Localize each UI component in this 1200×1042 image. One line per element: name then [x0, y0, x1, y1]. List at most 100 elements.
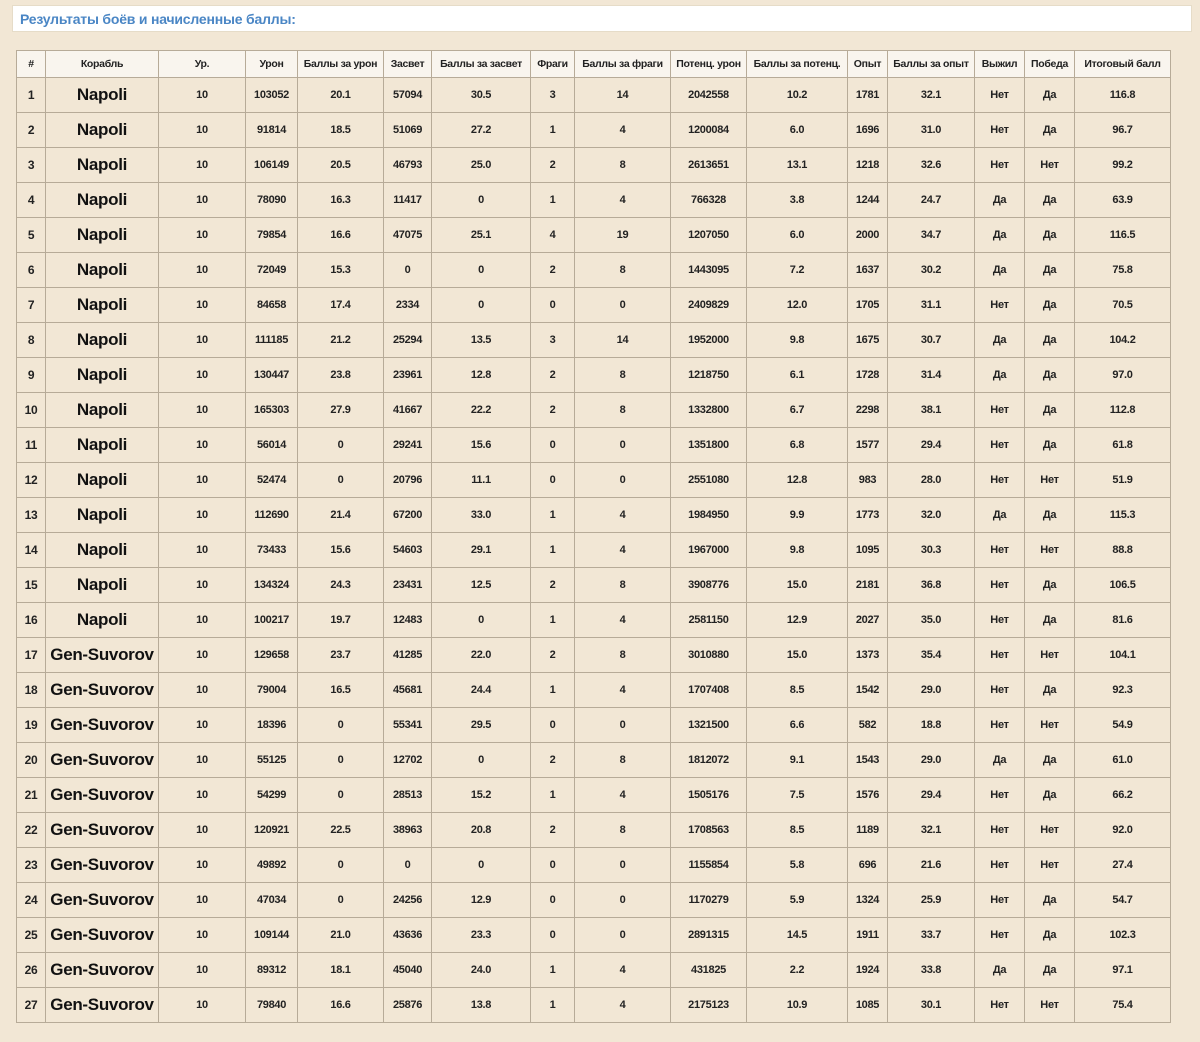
total-score-cell: 54.9: [1074, 707, 1171, 743]
ship-name-cell: Napoli: [45, 462, 159, 498]
spotting-cell: 47075: [383, 217, 432, 253]
spotting-cell: 57094: [383, 77, 432, 113]
damage-cell: 130447: [245, 357, 298, 393]
row-index-cell: 15: [16, 567, 46, 603]
damage-points-cell: 20.1: [297, 77, 384, 113]
ship-name-cell: Napoli: [45, 147, 159, 183]
frag-points-cell: 8: [574, 637, 671, 673]
xp-points-cell: 18.8: [887, 707, 975, 743]
spotting-points-cell: 0: [431, 602, 531, 638]
frag-points-cell: 14: [574, 77, 671, 113]
table-row: 11 Napoli 10 56014 0 29241 15.6 0 0 1351800 6.8 157…: [16, 427, 1171, 463]
xp-cell: 1577: [847, 427, 888, 463]
damage-cell: 112690: [245, 497, 298, 533]
xp-cell: 1324: [847, 882, 888, 918]
potential-damage-cell: 1812072: [670, 742, 747, 778]
row-index-cell: 3: [16, 147, 46, 183]
damage-cell: 79840: [245, 987, 298, 1023]
frag-points-cell: 0: [574, 882, 671, 918]
spotting-cell: 0: [383, 847, 432, 883]
potential-damage-cell: 431825: [670, 952, 747, 988]
survived-cell: Нет: [974, 707, 1025, 743]
col-total-score-header: Итоговый балл: [1074, 50, 1171, 78]
victory-cell: Да: [1024, 77, 1075, 113]
xp-cell: 1085: [847, 987, 888, 1023]
xp-cell: 1781: [847, 77, 888, 113]
damage-cell: 55125: [245, 742, 298, 778]
row-index-cell: 23: [16, 847, 46, 883]
potential-damage-cell: 2891315: [670, 917, 747, 953]
tier-cell: 10: [158, 147, 246, 183]
xp-cell: 2000: [847, 217, 888, 253]
damage-cell: 49892: [245, 847, 298, 883]
row-index-cell: 16: [16, 602, 46, 638]
total-score-cell: 70.5: [1074, 287, 1171, 323]
row-index-cell: 18: [16, 672, 46, 708]
victory-cell: Да: [1024, 917, 1075, 953]
potential-points-cell: 9.8: [746, 322, 848, 358]
spotting-cell: 20796: [383, 462, 432, 498]
damage-points-cell: 0: [297, 882, 384, 918]
total-score-cell: 104.1: [1074, 637, 1171, 673]
frags-cell: 1: [530, 182, 575, 218]
survived-cell: Нет: [974, 147, 1025, 183]
ship-name-cell: Napoli: [45, 287, 159, 323]
spotting-cell: 41285: [383, 637, 432, 673]
xp-points-cell: 29.0: [887, 672, 975, 708]
ship-name-cell: Napoli: [45, 497, 159, 533]
survived-cell: Да: [974, 357, 1025, 393]
col-xp-points-header: Баллы за опыт: [887, 50, 975, 78]
row-index-cell: 11: [16, 427, 46, 463]
col-potential-damage-header: Потенц. урон: [670, 50, 747, 78]
total-score-cell: 97.1: [1074, 952, 1171, 988]
survived-cell: Нет: [974, 917, 1025, 953]
damage-points-cell: 16.6: [297, 217, 384, 253]
frags-cell: 3: [530, 77, 575, 113]
damage-cell: 89312: [245, 952, 298, 988]
spotting-points-cell: 0: [431, 182, 531, 218]
damage-points-cell: 15.3: [297, 252, 384, 288]
victory-cell: Нет: [1024, 637, 1075, 673]
frag-points-cell: 4: [574, 952, 671, 988]
survived-cell: Нет: [974, 77, 1025, 113]
survived-cell: Да: [974, 322, 1025, 358]
frag-points-cell: 8: [574, 357, 671, 393]
row-index-cell: 24: [16, 882, 46, 918]
frags-cell: 4: [530, 217, 575, 253]
table-row: 26 Gen-Suvorov 10 89312 18.1 45040 24.0 1 4 43182…: [16, 952, 1171, 988]
col-frags-header: Фраги: [530, 50, 575, 78]
ship-name-cell: Napoli: [45, 182, 159, 218]
spotting-cell: 24256: [383, 882, 432, 918]
damage-cell: 109144: [245, 917, 298, 953]
spotting-points-cell: 22.2: [431, 392, 531, 428]
ship-name-cell: Napoli: [45, 112, 159, 148]
xp-cell: 1773: [847, 497, 888, 533]
survived-cell: Да: [974, 182, 1025, 218]
xp-points-cell: 32.6: [887, 147, 975, 183]
frag-points-cell: 0: [574, 917, 671, 953]
damage-points-cell: 20.5: [297, 147, 384, 183]
col-damage-header: Урон: [245, 50, 298, 78]
table-row: 9 Napoli 10 130447 23.8 23961 12.8 2 8 1218750 6.1…: [16, 357, 1171, 393]
spotting-points-cell: 25.1: [431, 217, 531, 253]
potential-points-cell: 6.7: [746, 392, 848, 428]
survived-cell: Нет: [974, 602, 1025, 638]
frags-cell: 2: [530, 567, 575, 603]
victory-cell: Да: [1024, 602, 1075, 638]
xp-cell: 696: [847, 847, 888, 883]
row-index-cell: 9: [16, 357, 46, 393]
row-index-cell: 10: [16, 392, 46, 428]
victory-cell: Да: [1024, 322, 1075, 358]
survived-cell: Да: [974, 952, 1025, 988]
xp-points-cell: 25.9: [887, 882, 975, 918]
potential-points-cell: 15.0: [746, 567, 848, 603]
spotting-points-cell: 12.5: [431, 567, 531, 603]
victory-cell: Нет: [1024, 147, 1075, 183]
row-index-cell: 27: [16, 987, 46, 1023]
damage-points-cell: 16.3: [297, 182, 384, 218]
spotting-points-cell: 15.6: [431, 427, 531, 463]
frag-points-cell: 0: [574, 462, 671, 498]
ship-name-cell: Napoli: [45, 252, 159, 288]
potential-damage-cell: 1218750: [670, 357, 747, 393]
table-row: 6 Napoli 10 72049 15.3 0 0 2 8 1443095 7.2 1637 30.2…: [16, 252, 1171, 288]
